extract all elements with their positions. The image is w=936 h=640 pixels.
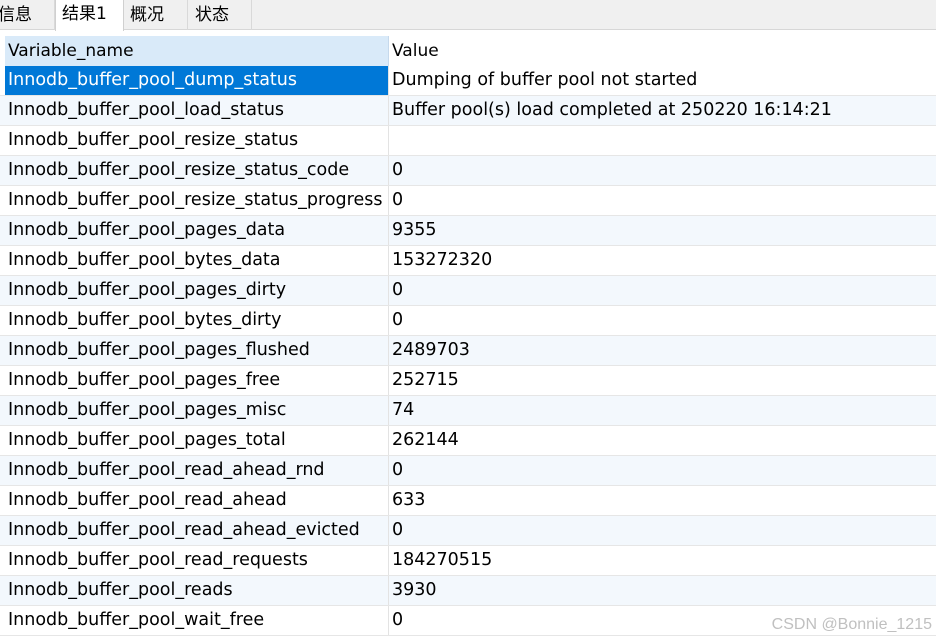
table-row[interactable]: Innodb_buffer_pool_bytes_dirty 0: [0, 306, 936, 336]
table-row[interactable]: Innodb_buffer_pool_pages_free 252715: [0, 366, 936, 396]
cell-variable-name[interactable]: Innodb_buffer_pool_dump_status: [5, 66, 389, 95]
cell-variable-name[interactable]: Innodb_buffer_pool_pages_dirty: [5, 276, 389, 305]
cell-variable-name[interactable]: Innodb_buffer_pool_pages_data: [5, 216, 389, 245]
cell-value[interactable]: 153272320: [389, 246, 936, 275]
tab-result-1[interactable]: 结果1: [55, 0, 124, 31]
cell-variable-name[interactable]: Innodb_buffer_pool_resize_status_code: [5, 156, 389, 185]
table-row[interactable]: Innodb_buffer_pool_resize_status_code 0: [0, 156, 936, 186]
cell-variable-name[interactable]: Innodb_buffer_pool_wait_free: [5, 606, 389, 635]
grid-header: Variable_name Value: [0, 36, 936, 66]
cell-variable-name[interactable]: Innodb_buffer_pool_read_ahead_rnd: [5, 456, 389, 485]
watermark: CSDN @Bonnie_1215: [771, 616, 932, 633]
cell-value[interactable]: 0: [389, 516, 936, 545]
cell-variable-name[interactable]: Innodb_buffer_pool_pages_flushed: [5, 336, 389, 365]
cell-variable-name[interactable]: Innodb_buffer_pool_resize_status_progres…: [5, 186, 389, 215]
cell-variable-name[interactable]: Innodb_buffer_pool_pages_misc: [5, 396, 389, 425]
cell-value[interactable]: 262144: [389, 426, 936, 455]
column-header-variable-name[interactable]: Variable_name: [5, 36, 389, 66]
tab-status[interactable]: 状态: [188, 0, 252, 30]
table-row[interactable]: Innodb_buffer_pool_read_ahead 633: [0, 486, 936, 516]
cell-variable-name[interactable]: Innodb_buffer_pool_reads: [5, 576, 389, 605]
table-row[interactable]: Innodb_buffer_pool_dump_status Dumping of…: [0, 66, 936, 96]
table-row[interactable]: Innodb_buffer_pool_resize_status_progres…: [0, 186, 936, 216]
cell-variable-name[interactable]: Innodb_buffer_pool_pages_free: [5, 366, 389, 395]
cell-variable-name[interactable]: Innodb_buffer_pool_pages_total: [5, 426, 389, 455]
table-row[interactable]: Innodb_buffer_pool_read_ahead_evicted 0: [0, 516, 936, 546]
result-grid[interactable]: Variable_name Value Innodb_buffer_pool_d…: [0, 36, 936, 640]
table-row[interactable]: Innodb_buffer_pool_pages_flushed 2489703: [0, 336, 936, 366]
cell-value[interactable]: 633: [389, 486, 936, 515]
cell-variable-name[interactable]: Innodb_buffer_pool_resize_status: [5, 126, 389, 155]
tab-info[interactable]: 信息: [0, 0, 55, 30]
cell-value[interactable]: 0: [389, 456, 936, 485]
cell-value[interactable]: 0: [389, 186, 936, 215]
cell-variable-name[interactable]: Innodb_buffer_pool_bytes_data: [5, 246, 389, 275]
table-row[interactable]: Innodb_buffer_pool_read_requests 18427051…: [0, 546, 936, 576]
cell-variable-name[interactable]: Innodb_buffer_pool_read_requests: [5, 546, 389, 575]
cell-value[interactable]: 9355: [389, 216, 936, 245]
table-row[interactable]: Innodb_buffer_pool_read_ahead_rnd 0: [0, 456, 936, 486]
table-row[interactable]: Innodb_buffer_pool_pages_misc 74: [0, 396, 936, 426]
cell-value[interactable]: [389, 126, 936, 155]
table-row[interactable]: Innodb_buffer_pool_pages_dirty 0: [0, 276, 936, 306]
column-header-value[interactable]: Value: [389, 36, 936, 66]
result-tab-bar: 信息 结果1 概况 状态: [0, 0, 936, 31]
cell-value[interactable]: 0: [389, 306, 936, 335]
cell-value[interactable]: 252715: [389, 366, 936, 395]
cell-value[interactable]: 0: [389, 276, 936, 305]
cell-value[interactable]: Buffer pool(s) load completed at 250220 …: [389, 96, 936, 125]
table-row[interactable]: Innodb_buffer_pool_reads 3930: [0, 576, 936, 606]
table-row[interactable]: Innodb_buffer_pool_load_status Buffer poo…: [0, 96, 936, 126]
cell-variable-name[interactable]: Innodb_buffer_pool_bytes_dirty: [5, 306, 389, 335]
table-row[interactable]: Innodb_buffer_pool_pages_data 9355: [0, 216, 936, 246]
cell-value[interactable]: 3930: [389, 576, 936, 605]
tab-profile[interactable]: 概况: [124, 0, 188, 30]
cell-value[interactable]: 0: [389, 156, 936, 185]
cell-variable-name[interactable]: Innodb_buffer_pool_load_status: [5, 96, 389, 125]
cell-value[interactable]: 74: [389, 396, 936, 425]
cell-value[interactable]: 184270515: [389, 546, 936, 575]
cell-value[interactable]: 2489703: [389, 336, 936, 365]
cell-variable-name[interactable]: Innodb_buffer_pool_read_ahead: [5, 486, 389, 515]
table-row[interactable]: Innodb_buffer_pool_resize_status: [0, 126, 936, 156]
cell-variable-name[interactable]: Innodb_buffer_pool_read_ahead_evicted: [5, 516, 389, 545]
table-row[interactable]: Innodb_buffer_pool_pages_total 262144: [0, 426, 936, 456]
cell-value[interactable]: Dumping of buffer pool not started: [389, 66, 936, 95]
table-row[interactable]: Innodb_buffer_pool_bytes_data 153272320: [0, 246, 936, 276]
